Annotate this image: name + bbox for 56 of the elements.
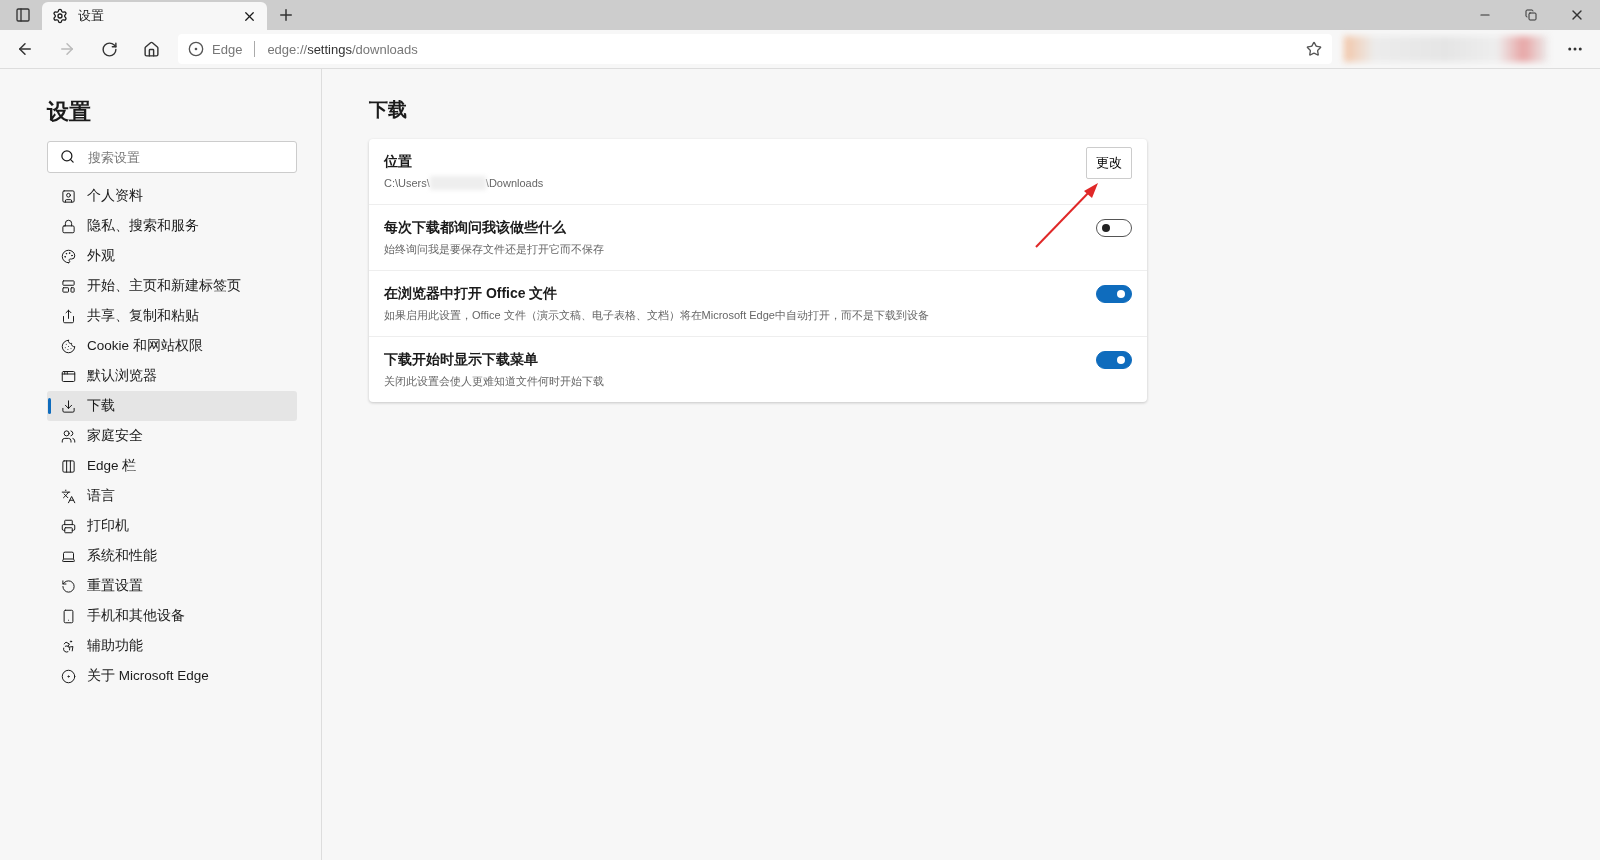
path-start: C:\Users\ — [384, 177, 430, 189]
phone-icon — [61, 608, 76, 624]
family-icon — [61, 428, 76, 444]
sidebar-item[interactable]: 隐私、搜索和服务 — [47, 211, 297, 241]
sidebar-item[interactable]: Cookie 和网站权限 — [47, 331, 297, 361]
profile-icon — [61, 188, 76, 204]
change-button[interactable]: 更改 — [1086, 147, 1132, 179]
cookie-icon — [61, 338, 76, 354]
browser-tab[interactable]: 设置 — [42, 2, 267, 30]
setting-title: 位置 — [384, 153, 413, 171]
setting-description: 始终询问我是要保存文件还是打开它而不保存 — [384, 241, 605, 257]
setting-title: 在浏览器中打开 Office 文件 — [384, 284, 559, 303]
toggle-switch[interactable] — [1096, 351, 1132, 369]
setting-description: 关闭此设置会使人更难知道文件何时开始下载 — [384, 373, 605, 389]
url-text: edge://settings/downloads — [267, 41, 419, 57]
browser-window-icon — [61, 368, 76, 384]
address-bar[interactable]: Edge edge://settings/downloads — [178, 34, 1332, 64]
layout-icon — [61, 278, 76, 294]
sidebar-item[interactable]: 语言 — [47, 481, 297, 511]
sidebar-item[interactable]: 下载 — [47, 391, 297, 421]
search-icon — [60, 149, 75, 164]
language-icon — [61, 488, 76, 504]
toggle-switch[interactable] — [1096, 285, 1132, 303]
setting-title: 下载开始时显示下载菜单 — [384, 350, 539, 369]
sidebar-item[interactable]: 手机和其他设备 — [47, 601, 297, 631]
printer-icon — [61, 518, 76, 534]
accessibility-icon — [61, 638, 76, 654]
search-field[interactable]: 搜索设置 — [47, 141, 297, 173]
sidebar-item[interactable]: 外观 — [47, 241, 297, 271]
sidebar-item[interactable]: 个人资料 — [47, 181, 297, 211]
share-icon — [61, 308, 76, 324]
page-title: 下载 — [369, 98, 408, 122]
sidebar-item[interactable]: 家庭安全 — [47, 421, 297, 451]
sidebar-item[interactable]: 系统和性能 — [47, 541, 297, 571]
sidebar-title: 设置 — [47, 98, 92, 126]
reset-icon — [61, 578, 76, 594]
toggle-switch[interactable] — [1096, 219, 1132, 237]
gear-icon — [52, 8, 68, 24]
laptop-icon — [61, 548, 76, 564]
sidebar-item[interactable]: 开始、主页和新建标签页 — [47, 271, 297, 301]
site-label: Edge — [212, 41, 243, 57]
path-end: \Downloads — [485, 177, 544, 189]
sidebar-item[interactable]: 打印机 — [47, 511, 297, 541]
add-favorite-icon[interactable] — [1306, 41, 1322, 57]
setting-title: 每次下载都询问我该做些什么 — [384, 218, 567, 237]
sidebar-icon — [61, 458, 76, 474]
sidebar-item[interactable]: 共享、复制和粘贴 — [47, 301, 297, 331]
lock-icon — [61, 218, 76, 234]
sidebar-item[interactable]: 辅助功能 — [47, 631, 297, 661]
sidebar-item[interactable]: 重置设置 — [47, 571, 297, 601]
sidebar-item[interactable]: 关于 Microsoft Edge — [47, 661, 297, 691]
sidebar-item[interactable]: Edge 栏 — [47, 451, 297, 481]
palette-icon — [61, 248, 76, 264]
setting-description: 如果启用此设置，Office 文件（演示文稿、电子表格、文档）将在Microsoft Edge中自动打开，而不是下载到设备 — [384, 307, 930, 323]
download-icon — [61, 398, 76, 414]
sidebar-item[interactable]: 默认浏览器 — [47, 361, 297, 391]
